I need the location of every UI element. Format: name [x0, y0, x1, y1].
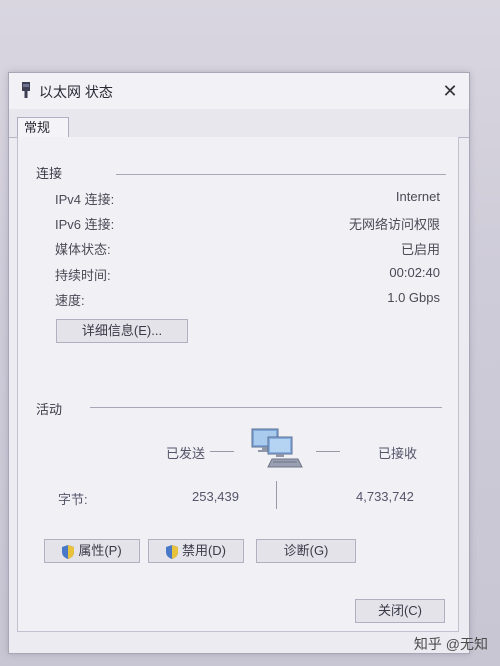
- bytes-label: 字节:: [58, 492, 88, 507]
- speed-label: 速度:: [55, 293, 85, 308]
- bytes-sent-value: 253,439: [192, 489, 239, 504]
- shield-icon: [165, 544, 178, 559]
- properties-button[interactable]: 属性(P): [44, 539, 140, 563]
- duration-label: 持续时间:: [55, 268, 111, 283]
- ipv4-label: IPv4 连接:: [55, 192, 115, 207]
- sent-dash: [210, 451, 234, 452]
- activity-section-title: 活动: [36, 402, 63, 417]
- close-icon[interactable]: ✕: [437, 79, 463, 103]
- speed-value: 1.0 Gbps: [387, 290, 440, 305]
- connection-section-title: 连接: [36, 166, 63, 181]
- sent-label: 已发送: [166, 446, 206, 461]
- tab-general[interactable]: 常规: [17, 117, 69, 138]
- general-panel: 连接 IPv4 连接: Internet IPv6 连接: 无网络访问权限 媒体…: [17, 137, 459, 632]
- network-computers-icon: [251, 428, 303, 468]
- watermark-text: 知乎 @无知: [413, 636, 488, 652]
- ipv6-label: IPv6 连接:: [55, 217, 115, 232]
- ethernet-status-dialog: 以太网 状态 ✕ 常规 连接 IPv4 连接: Internet IPv6 连接…: [8, 72, 470, 654]
- properties-button-label: 属性(P): [78, 543, 122, 558]
- received-dash: [316, 451, 340, 452]
- connection-divider: [116, 174, 446, 175]
- tab-strip: 常规: [9, 109, 469, 138]
- received-label: 已接收: [378, 446, 418, 461]
- duration-value: 00:02:40: [389, 265, 440, 280]
- activity-divider: [90, 407, 442, 408]
- diagnose-button[interactable]: 诊断(G): [256, 539, 356, 563]
- close-button[interactable]: 关闭(C): [355, 599, 445, 623]
- bytes-separator: [276, 481, 277, 509]
- ipv6-value: 无网络访问权限: [348, 217, 440, 232]
- disable-button[interactable]: 禁用(D): [148, 539, 244, 563]
- shield-icon: [62, 544, 75, 559]
- media-state-label: 媒体状态:: [55, 242, 111, 257]
- bytes-received-value: 4,733,742: [356, 489, 414, 504]
- details-button[interactable]: 详细信息(E)...: [56, 319, 188, 343]
- media-state-value: 已启用: [400, 242, 440, 257]
- window-title: 以太网 状态: [39, 84, 113, 100]
- ethernet-icon: [22, 82, 30, 98]
- title-bar: 以太网 状态 ✕: [9, 73, 469, 109]
- ipv4-value: Internet: [395, 189, 440, 204]
- disable-button-label: 禁用(D): [181, 543, 227, 558]
